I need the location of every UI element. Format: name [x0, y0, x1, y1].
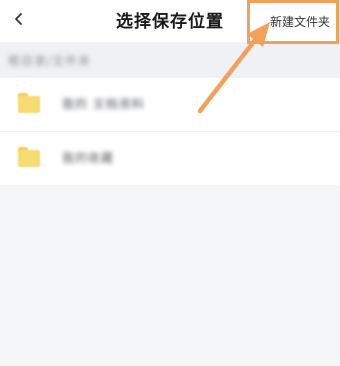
folder-icon	[18, 93, 40, 113]
list-item[interactable]: 我的 文档资料	[0, 78, 340, 132]
list-item[interactable]: 我的收藏	[0, 132, 340, 185]
folder-name: 我的收藏	[62, 151, 115, 165]
folder-icon	[18, 147, 40, 167]
top-bar: 选择保存位置 新建文件夹	[0, 0, 340, 42]
breadcrumb: 根目录/文件夹	[0, 42, 340, 78]
new-folder-button[interactable]: 新建文件夹	[270, 13, 330, 30]
breadcrumb-path: 根目录/文件夹	[8, 54, 92, 68]
folder-name: 我的 文档资料	[62, 97, 145, 111]
folder-list: 我的 文档资料 我的收藏	[0, 78, 340, 185]
